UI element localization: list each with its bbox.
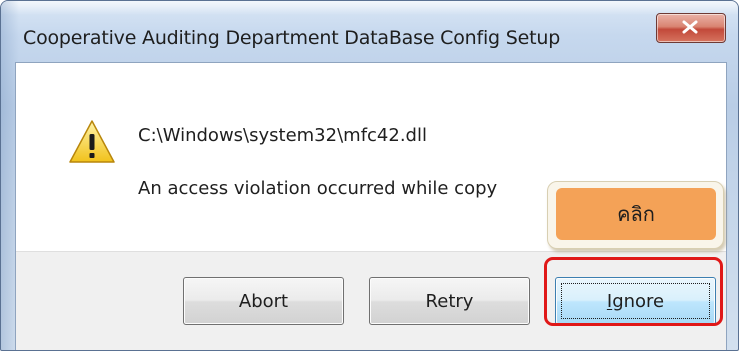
- abort-button-label: Abort: [238, 290, 289, 312]
- highlight-outline: [544, 257, 723, 326]
- error-message-text: An access violation occurred while copy: [138, 178, 498, 199]
- retry-button[interactable]: Retry: [369, 277, 530, 325]
- click-callout: คลิก: [547, 181, 724, 249]
- abort-button[interactable]: Abort: [183, 277, 344, 325]
- warning-triangle-icon: [69, 120, 115, 163]
- close-button[interactable]: [656, 13, 726, 43]
- retry-button-label: Retry: [425, 290, 474, 312]
- callout-label: คลิก: [556, 188, 716, 240]
- window-title: Cooperative Auditing Department DataBase…: [23, 27, 561, 49]
- close-x-icon: [682, 20, 698, 34]
- screenshot-stage: Cooperative Auditing Department DataBase…: [0, 0, 739, 351]
- file-path-text: C:\Windows\system32\mfc42.dll: [138, 125, 427, 146]
